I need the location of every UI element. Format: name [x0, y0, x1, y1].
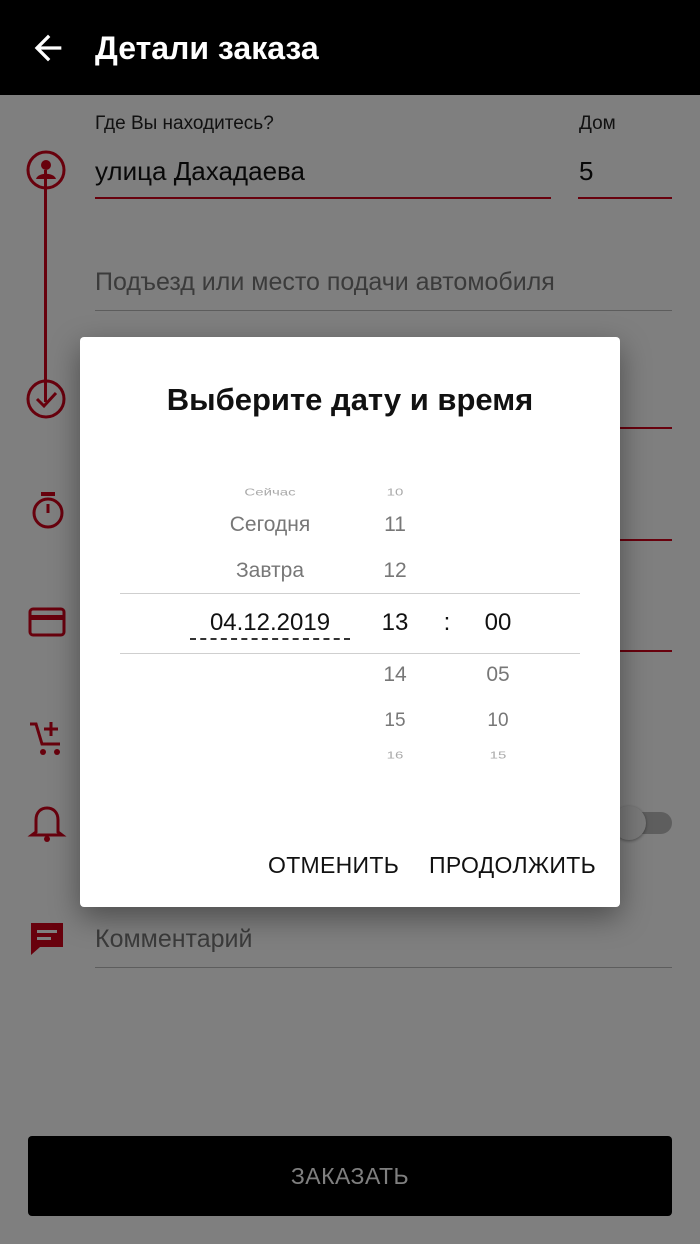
hour-option[interactable]: 15	[365, 710, 425, 732]
minute-option[interactable]: 15	[468, 750, 528, 762]
selected-hour[interactable]: 13	[365, 609, 425, 637]
selection-bottom-line	[120, 653, 580, 654]
selection-top-line	[120, 593, 580, 594]
continue-button[interactable]: ПРОДОЛЖИТЬ	[429, 852, 596, 879]
hour-option[interactable]: 10	[365, 487, 425, 499]
date-option[interactable]: Завтра	[200, 559, 340, 583]
hour-option[interactable]: 12	[365, 559, 425, 583]
minute-option[interactable]: 05	[468, 663, 528, 687]
dialog-title: Выберите дату и время	[166, 382, 534, 417]
date-option[interactable]: Сейчас	[200, 487, 340, 499]
arrow-back-icon[interactable]	[28, 28, 68, 68]
app-bar: Детали заказа	[0, 0, 700, 95]
minute-option[interactable]: 10	[468, 710, 528, 732]
hour-option[interactable]: 14	[365, 663, 425, 687]
time-separator: :	[443, 609, 451, 636]
cancel-button[interactable]: ОТМЕНИТЬ	[268, 852, 399, 879]
selected-minute[interactable]: 00	[468, 609, 528, 637]
hour-option[interactable]: 11	[365, 513, 425, 537]
date-option[interactable]: Сегодня	[200, 513, 340, 537]
datetime-dialog: Выберите дату и время Сейчас Сегодня Зав…	[80, 337, 620, 907]
selected-date[interactable]: 04.12.2019	[190, 609, 350, 640]
hour-option[interactable]: 16	[365, 750, 425, 762]
page-title: Детали заказа	[95, 30, 319, 66]
